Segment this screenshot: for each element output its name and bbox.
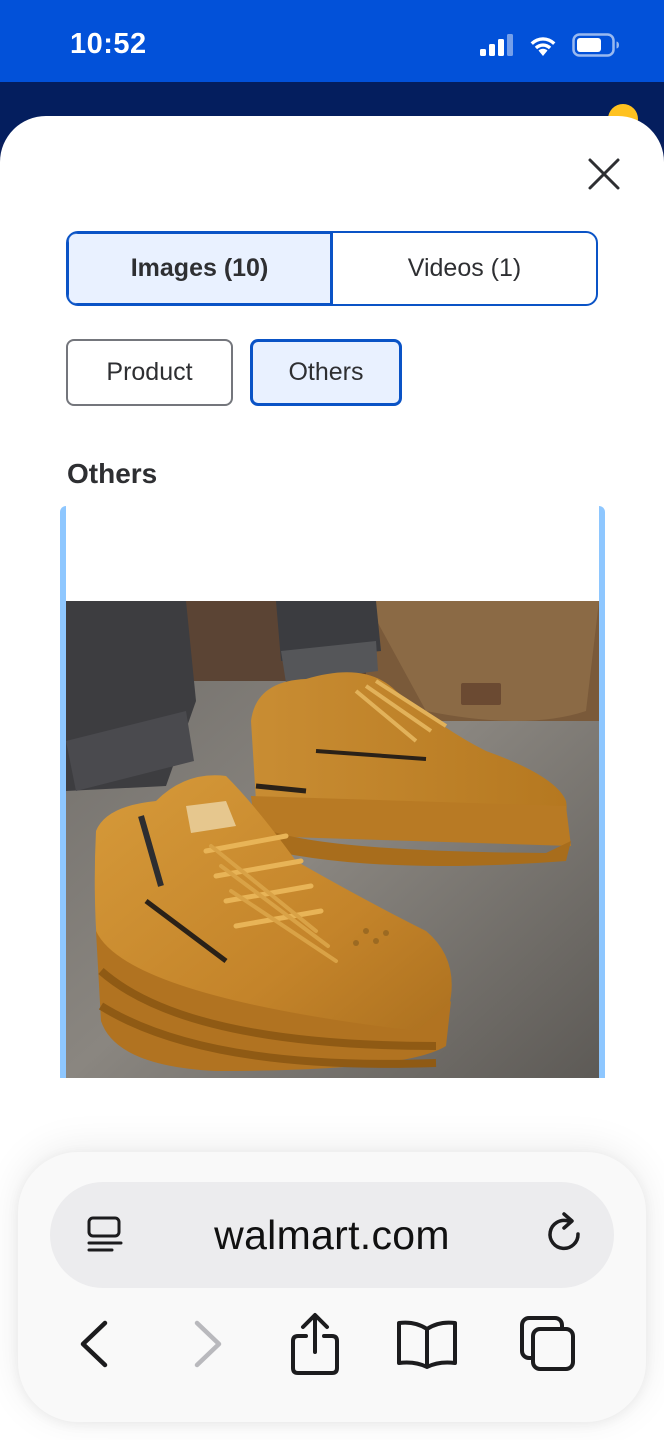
share-button[interactable]	[285, 1312, 345, 1376]
tabs-button[interactable]	[518, 1312, 578, 1376]
status-icons	[480, 31, 620, 59]
cellular-signal-icon	[480, 34, 514, 56]
bookmarks-icon	[397, 1320, 457, 1369]
wifi-icon	[528, 33, 558, 57]
status-time: 10:52	[70, 28, 147, 60]
chip-product[interactable]: Product	[66, 339, 233, 406]
media-item[interactable]	[60, 506, 605, 1078]
close-icon	[588, 158, 620, 190]
battery-icon	[572, 33, 620, 57]
reload-icon[interactable]	[544, 1212, 588, 1258]
browser-toolbar: walmart.com	[18, 1152, 646, 1422]
close-button[interactable]	[584, 154, 624, 194]
tab-images[interactable]: Images (10)	[68, 233, 333, 304]
filter-chips: Product Others	[66, 339, 402, 406]
section-title: Others	[67, 458, 158, 489]
forward-icon	[194, 1320, 222, 1368]
product-photo	[66, 601, 599, 1078]
share-icon	[291, 1313, 339, 1375]
tab-videos[interactable]: Videos (1)	[333, 233, 596, 304]
media-type-tabs: Images (10) Videos (1)	[66, 231, 598, 306]
tabs-icon	[520, 1316, 575, 1371]
forward-button[interactable]	[178, 1312, 238, 1376]
status-bar: 10:52	[0, 0, 664, 82]
back-button[interactable]	[64, 1312, 124, 1376]
back-icon	[80, 1320, 108, 1368]
address-bar[interactable]: walmart.com	[50, 1182, 614, 1288]
url-text: walmart.com	[214, 1212, 450, 1258]
chip-others[interactable]: Others	[250, 339, 402, 406]
bookmarks-button[interactable]	[394, 1312, 460, 1376]
